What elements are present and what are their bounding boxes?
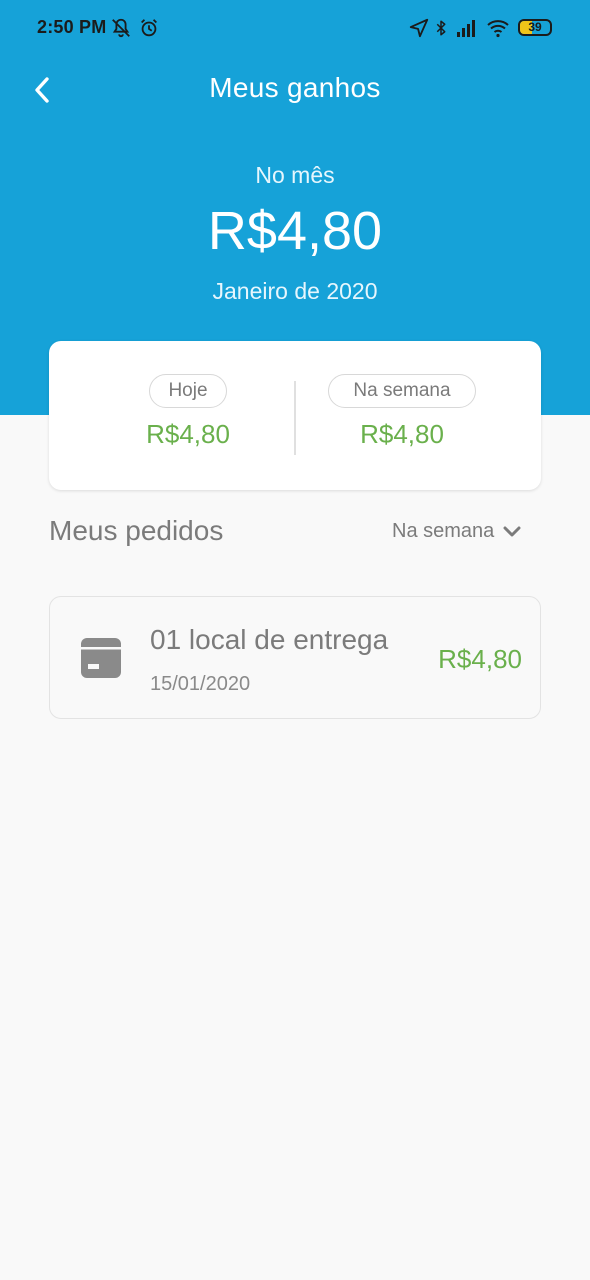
period-filter-label: Na semana xyxy=(392,520,495,542)
battery-level: 39 xyxy=(528,20,542,34)
orders-section-title: Meus pedidos xyxy=(49,515,224,546)
week-summary: Na semana R$4,80 xyxy=(295,341,541,490)
today-summary: Hoje R$4,80 xyxy=(49,341,295,490)
today-value: R$4,80 xyxy=(146,419,230,449)
bluetooth-icon xyxy=(436,20,446,36)
status-time: 2:50 PM xyxy=(37,17,107,37)
order-list-item[interactable]: 01 local de entrega 15/01/2020 R$4,80 xyxy=(49,596,541,719)
box-icon xyxy=(81,638,121,678)
location-arrow-icon xyxy=(409,18,429,38)
battery-icon: 39 xyxy=(518,19,552,36)
week-pill: Na semana xyxy=(328,374,476,408)
earnings-summary-card: Hoje R$4,80 Na semana R$4,80 xyxy=(49,341,541,490)
order-value: R$4,80 xyxy=(438,644,522,674)
today-pill: Hoje xyxy=(149,374,227,408)
status-bar: 2:50 PM 39 xyxy=(0,0,590,56)
week-value: R$4,80 xyxy=(360,419,444,449)
month-label: No mês xyxy=(255,162,335,188)
period-filter-dropdown[interactable]: Na semana xyxy=(392,520,522,543)
wifi-icon xyxy=(487,20,509,38)
alarm-icon xyxy=(141,19,157,37)
order-date: 15/01/2020 xyxy=(150,673,251,695)
order-title: 01 local de entrega xyxy=(150,624,389,655)
month-earnings-value: R$4,80 xyxy=(207,201,383,261)
chevron-down-icon xyxy=(503,526,521,536)
page-title: Meus ganhos xyxy=(209,72,381,103)
month-period: Janeiro de 2020 xyxy=(212,278,378,304)
notifications-off-icon xyxy=(112,18,130,38)
signal-icon xyxy=(457,20,475,37)
